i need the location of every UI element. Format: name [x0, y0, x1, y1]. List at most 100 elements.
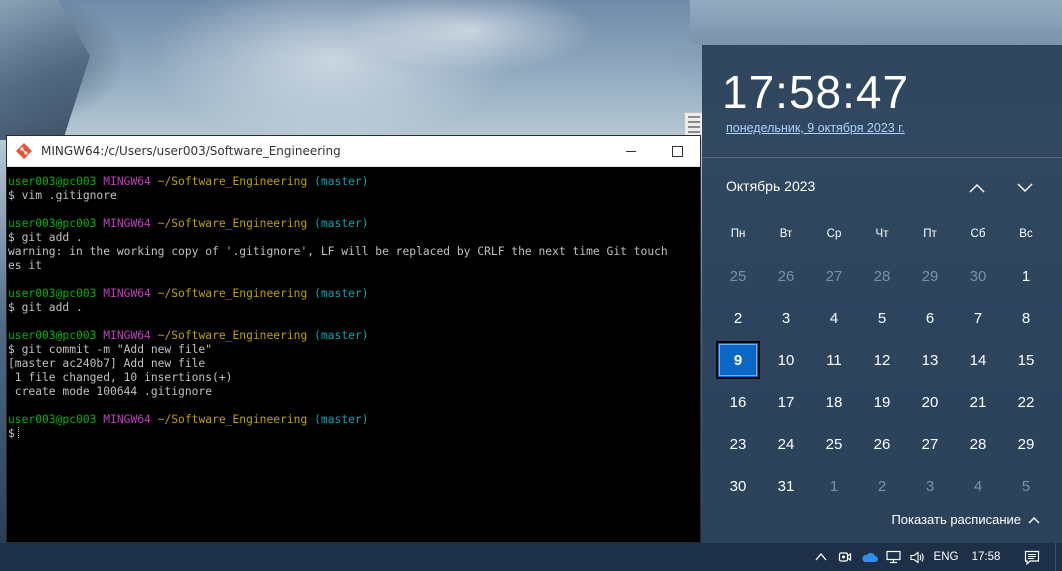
output-line: $ git commit -m "Add new file" — [8, 343, 213, 356]
calendar-day[interactable]: 22 — [1002, 381, 1050, 423]
calendar-day[interactable]: 3 — [906, 465, 954, 507]
calendar-day[interactable]: 15 — [1002, 339, 1050, 381]
calendar-day[interactable]: 6 — [906, 297, 954, 339]
calendar-day[interactable]: 26 — [762, 255, 810, 297]
calendar-grid: Пн Вт Ср Чт Пт Сб Вс 25 26 27 28 29 30 1 2 3 4 5 6 7 8 9 10 11 1… — [714, 213, 1050, 507]
calendar-day[interactable]: 16 — [714, 381, 762, 423]
notification-center-icon — [1024, 550, 1040, 565]
calendar-day[interactable]: 24 — [762, 423, 810, 465]
calendar-day[interactable]: 28 — [858, 255, 906, 297]
chevron-down-icon — [1017, 183, 1033, 192]
prompt-branch: (master) — [314, 175, 369, 188]
prompt-user: user003@pc003 — [8, 287, 97, 300]
onedrive-button[interactable] — [857, 543, 881, 571]
text-cursor[interactable] — [17, 427, 20, 438]
clock-header: 17:58:47 понедельник, 9 октября 2023 г. — [702, 45, 1062, 158]
prompt-line: user003@pc003 MINGW64 ~/Software_Enginee… — [7, 175, 700, 189]
chevron-up-icon — [1028, 516, 1040, 523]
system-tray: ENG 17:58 — [809, 543, 1062, 571]
terminal-titlebar[interactable]: MINGW64:/c/Users/user003/Software_Engine… — [7, 136, 700, 167]
calendar-day[interactable]: 19 — [858, 381, 906, 423]
calendar-day[interactable]: 29 — [906, 255, 954, 297]
meet-now-button[interactable] — [833, 543, 857, 571]
minimize-icon — [626, 150, 636, 152]
calendar-day[interactable]: 12 — [858, 339, 906, 381]
calendar-day[interactable]: 27 — [810, 255, 858, 297]
terminal-window[interactable]: MINGW64:/c/Users/user003/Software_Engine… — [6, 135, 701, 543]
current-date-link[interactable]: понедельник, 9 октября 2023 г. — [726, 121, 905, 135]
calendar-day[interactable]: 7 — [954, 297, 1002, 339]
output-line: $ git add . — [8, 231, 83, 244]
calendar-day[interactable]: 1 — [1002, 255, 1050, 297]
calendar-flyout: 17:58:47 понедельник, 9 октября 2023 г. … — [702, 45, 1062, 543]
calendar-day[interactable]: 31 — [762, 465, 810, 507]
prompt-path: ~/Software_Engineering — [157, 217, 308, 230]
prompt-path: ~/Software_Engineering — [157, 287, 308, 300]
git-bash-icon — [16, 143, 32, 159]
show-schedule-button[interactable]: Показать расписание — [891, 512, 1040, 527]
calendar-day[interactable]: 25 — [714, 255, 762, 297]
calendar-day[interactable]: 29 — [1002, 423, 1050, 465]
previous-month-button[interactable] — [965, 176, 989, 200]
calendar-day[interactable]: 10 — [762, 339, 810, 381]
calendar-day[interactable]: 14 — [954, 339, 1002, 381]
calendar-day[interactable]: 25 — [810, 423, 858, 465]
show-hidden-icons-button[interactable] — [809, 543, 833, 571]
calendar-day[interactable]: 26 — [858, 423, 906, 465]
current-time: 17:58:47 — [722, 66, 910, 118]
calendar-day[interactable]: 2 — [858, 465, 906, 507]
prompt-shell: MINGW64 — [103, 217, 151, 230]
meet-now-icon — [838, 552, 852, 562]
terminal-output[interactable]: user003@pc003 MINGW64 ~/Software_Enginee… — [7, 167, 700, 535]
calendar-day[interactable]: 4 — [954, 465, 1002, 507]
calendar-day[interactable]: 20 — [906, 381, 954, 423]
calendar-day[interactable]: 5 — [1002, 465, 1050, 507]
notifications-button[interactable] — [1009, 543, 1055, 571]
language-indicator[interactable]: ENG — [929, 543, 963, 571]
calendar-day[interactable]: 3 — [762, 297, 810, 339]
weekday-header: Пт — [923, 228, 937, 240]
month-label[interactable]: Октябрь 2023 — [726, 178, 815, 194]
output-line: [master ac240b7] Add new file — [8, 357, 206, 370]
prompt-line: user003@pc003 MINGW64 ~/Software_Enginee… — [7, 217, 700, 231]
prompt-user: user003@pc003 — [8, 217, 97, 230]
weekday-header: Вт — [779, 228, 793, 240]
calendar-day[interactable]: 27 — [906, 423, 954, 465]
prompt-shell: MINGW64 — [103, 175, 151, 188]
calendar-day[interactable]: 4 — [810, 297, 858, 339]
calendar-day[interactable]: 2 — [714, 297, 762, 339]
prompt-line: user003@pc003 MINGW64 ~/Software_Enginee… — [7, 287, 700, 301]
prompt-user: user003@pc003 — [8, 175, 97, 188]
calendar-day[interactable]: 13 — [906, 339, 954, 381]
show-desktop-button[interactable] — [1055, 543, 1062, 571]
volume-button[interactable] — [905, 543, 929, 571]
calendar-day[interactable]: 8 — [1002, 297, 1050, 339]
calendar-day[interactable]: 30 — [714, 465, 762, 507]
taskbar-clock[interactable]: 17:58 — [963, 543, 1009, 571]
prompt-branch: (master) — [314, 413, 369, 426]
calendar-day[interactable]: 28 — [954, 423, 1002, 465]
network-button[interactable] — [881, 543, 905, 571]
calendar-day[interactable]: 21 — [954, 381, 1002, 423]
calendar-day[interactable]: 17 — [762, 381, 810, 423]
calendar-day[interactable]: 11 — [810, 339, 858, 381]
month-navigation: Октябрь 2023 — [702, 158, 1062, 214]
minimize-button[interactable] — [608, 136, 654, 166]
prompt-symbol: $ — [8, 427, 15, 440]
calendar-day[interactable]: 18 — [810, 381, 858, 423]
prompt-path: ~/Software_Engineering — [157, 413, 308, 426]
prompt-path: ~/Software_Engineering — [157, 175, 308, 188]
calendar-day[interactable]: 23 — [714, 423, 762, 465]
maximize-button[interactable] — [654, 136, 700, 166]
next-month-button[interactable] — [1013, 176, 1037, 200]
calendar-day[interactable]: 5 — [858, 297, 906, 339]
prompt-branch: (master) — [314, 287, 369, 300]
terminal-title: MINGW64:/c/Users/user003/Software_Engine… — [41, 144, 341, 158]
calendar-day-today[interactable]: 9 — [716, 341, 760, 379]
calendar-day[interactable]: 30 — [954, 255, 1002, 297]
calendar-day[interactable]: 1 — [810, 465, 858, 507]
prompt-line: user003@pc003 MINGW64 ~/Software_Enginee… — [7, 329, 700, 343]
onedrive-cloud-icon — [861, 552, 878, 562]
